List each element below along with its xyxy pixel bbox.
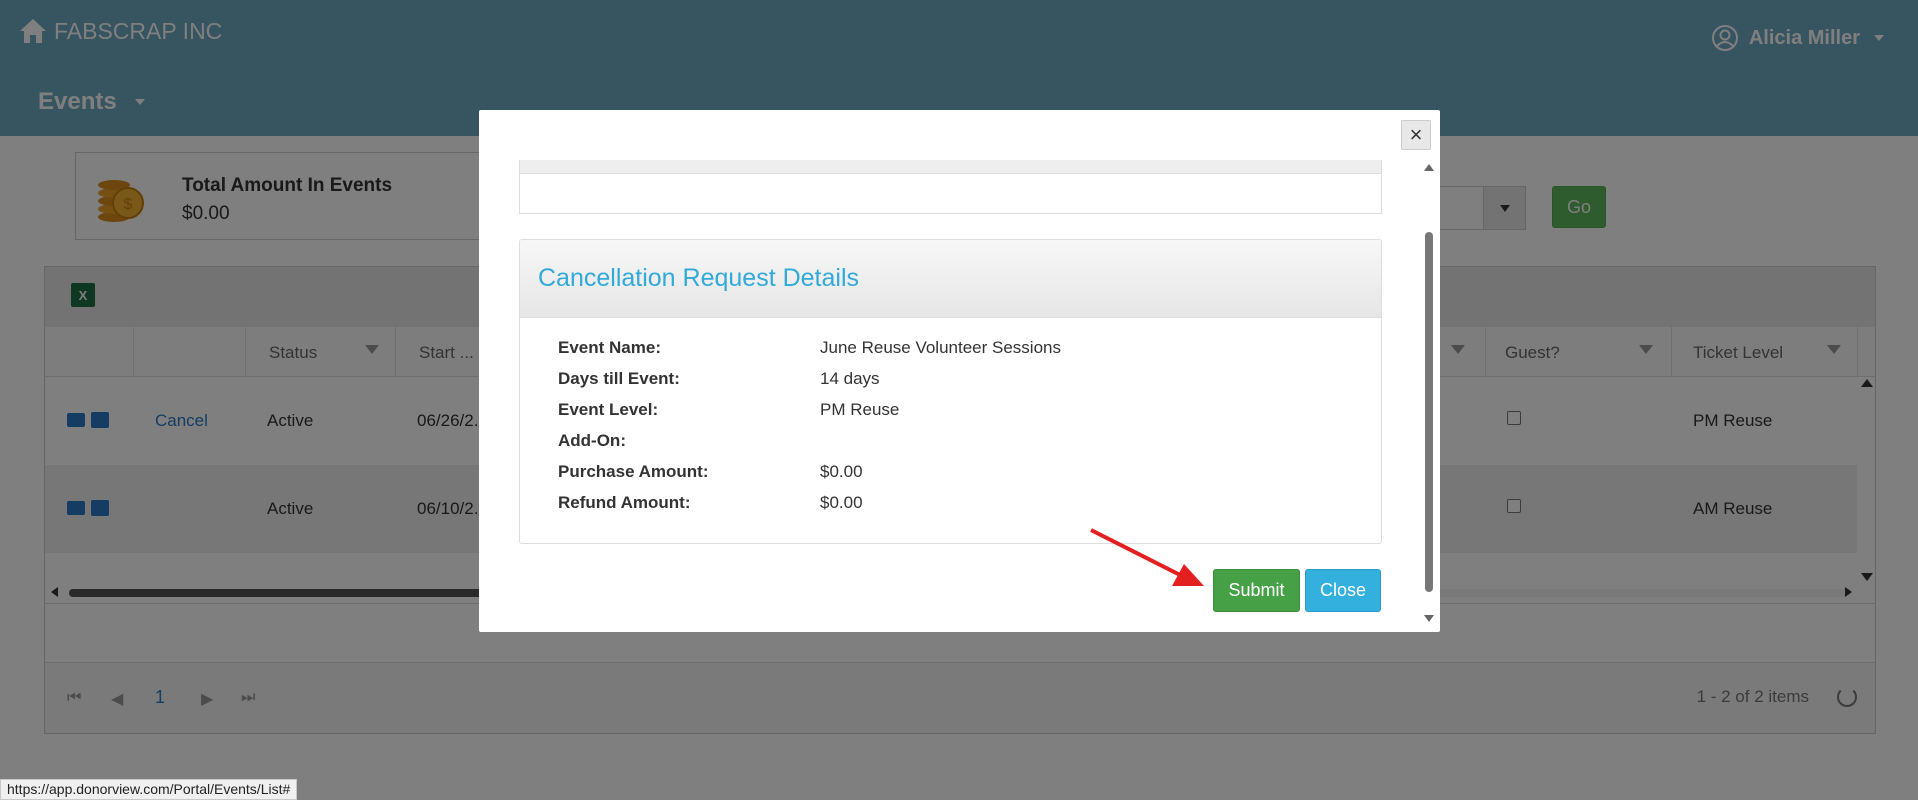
scroll-down-arrow[interactable]: [1424, 615, 1434, 622]
detail-label: Event Level:: [558, 400, 659, 419]
modal-scrollbar[interactable]: [1425, 164, 1433, 616]
close-icon[interactable]: ×: [1401, 120, 1431, 150]
previous-panel: [519, 160, 1382, 214]
cancellation-details-panel: Cancellation Request Details Event Name:…: [519, 239, 1382, 544]
panel-title: Cancellation Request Details: [538, 264, 860, 292]
panel-stripe: [520, 160, 1381, 174]
cancellation-modal: × Cancellation Request Details Event Nam…: [479, 110, 1440, 632]
detail-label: Purchase Amount:: [558, 462, 709, 481]
detail-value: June Reuse Volunteer Sessions: [820, 338, 1061, 357]
detail-label: Add-On:: [558, 431, 626, 450]
detail-label: Refund Amount:: [558, 493, 691, 512]
status-url: https://app.donorview.com/Portal/Events/…: [0, 779, 298, 800]
detail-value: $0.00: [820, 493, 863, 512]
submit-button[interactable]: Submit: [1213, 569, 1300, 612]
scrollbar-thumb[interactable]: [1425, 232, 1433, 592]
close-button[interactable]: Close: [1305, 569, 1381, 612]
panel-header: Cancellation Request Details: [520, 240, 1381, 318]
detail-label: Days till Event:: [558, 369, 680, 388]
detail-value: PM Reuse: [820, 400, 900, 419]
detail-value: 14 days: [820, 369, 880, 388]
detail-label: Event Name:: [558, 338, 661, 357]
detail-value: $0.00: [820, 462, 863, 481]
